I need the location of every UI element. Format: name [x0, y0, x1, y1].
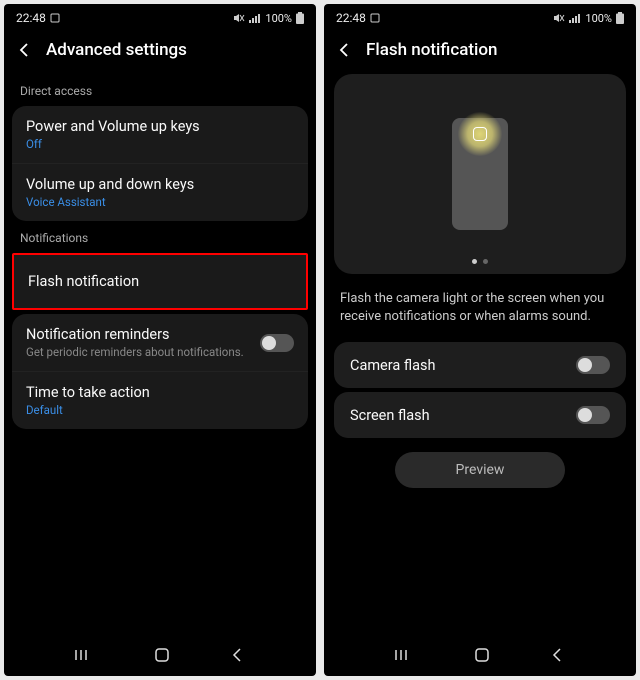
row-sub: Default [26, 403, 150, 417]
phone-mock-icon [452, 118, 508, 230]
preview-button[interactable]: Preview [395, 452, 565, 488]
back-nav-icon[interactable] [231, 648, 245, 662]
back-nav-icon[interactable] [551, 648, 565, 662]
row-camera-flash[interactable]: Camera flash [334, 342, 626, 388]
navbar [324, 634, 636, 676]
mute-icon [553, 13, 565, 23]
preview-illustration[interactable] [334, 74, 626, 274]
row-title: Flash notification [28, 273, 292, 290]
section-label-direct: Direct access [4, 74, 316, 106]
statusbar: 22:48 100% [4, 4, 316, 32]
navbar [4, 634, 316, 676]
dot-1 [472, 259, 477, 264]
recents-icon[interactable] [395, 648, 413, 662]
recents-icon[interactable] [75, 648, 93, 662]
content: Direct access Power and Volume up keys O… [4, 74, 316, 634]
section-label-notifications: Notifications [4, 221, 316, 253]
row-sub: Voice Assistant [26, 195, 194, 209]
status-time: 22:48 [16, 11, 46, 25]
screen-advanced-settings: 22:48 100% Advanced settings Direct acce… [4, 4, 316, 676]
screenshot-icon [50, 13, 60, 23]
row-title: Time to take action [26, 384, 150, 401]
battery-icon [616, 12, 624, 24]
statusbar: 22:48 100% [324, 4, 636, 32]
status-battery-pct: 100% [585, 12, 612, 25]
screenshot-icon [370, 13, 380, 23]
signal-icon [249, 13, 261, 23]
status-time: 22:48 [336, 11, 366, 25]
description-text: Flash the camera light or the screen whe… [324, 274, 636, 342]
row-volume-up-down[interactable]: Volume up and down keys Voice Assistant [12, 164, 308, 221]
toggle-camera-flash[interactable] [576, 356, 610, 374]
toggle-reminders[interactable] [260, 334, 294, 352]
row-sub: Get periodic reminders about notificatio… [26, 345, 244, 359]
row-power-volume-up[interactable]: Power and Volume up keys Off [12, 106, 308, 164]
page-indicator[interactable] [472, 259, 488, 264]
row-title: Volume up and down keys [26, 176, 194, 193]
card-notifications: Notification reminders Get periodic remi… [12, 314, 308, 429]
screen-flash-notification: 22:48 100% Flash notification Flash the … [324, 4, 636, 676]
row-title: Notification reminders [26, 326, 244, 343]
dot-2 [483, 259, 488, 264]
status-battery-pct: 100% [265, 12, 292, 25]
page-title: Advanced settings [46, 40, 187, 60]
row-title: Power and Volume up keys [26, 118, 200, 135]
battery-icon [296, 12, 304, 24]
header: Advanced settings [4, 32, 316, 74]
content: Flash the camera light or the screen whe… [324, 74, 636, 634]
home-icon[interactable] [474, 647, 490, 663]
back-icon[interactable] [18, 43, 32, 57]
card-direct-access: Power and Volume up keys Off Volume up a… [12, 106, 308, 221]
row-title: Screen flash [350, 407, 430, 424]
row-title: Camera flash [350, 357, 435, 374]
row-time-action[interactable]: Time to take action Default [12, 372, 308, 429]
row-sub: Off [26, 137, 200, 151]
highlighted-row: Flash notification [12, 253, 308, 310]
mute-icon [233, 13, 245, 23]
row-screen-flash[interactable]: Screen flash [334, 392, 626, 438]
toggle-screen-flash[interactable] [576, 406, 610, 424]
row-notification-reminders[interactable]: Notification reminders Get periodic remi… [12, 314, 308, 372]
back-icon[interactable] [338, 43, 352, 57]
row-flash-notification[interactable]: Flash notification [14, 255, 306, 308]
home-icon[interactable] [154, 647, 170, 663]
flash-glow-icon [458, 112, 502, 156]
signal-icon [569, 13, 581, 23]
header: Flash notification [324, 32, 636, 74]
page-title: Flash notification [366, 40, 497, 60]
